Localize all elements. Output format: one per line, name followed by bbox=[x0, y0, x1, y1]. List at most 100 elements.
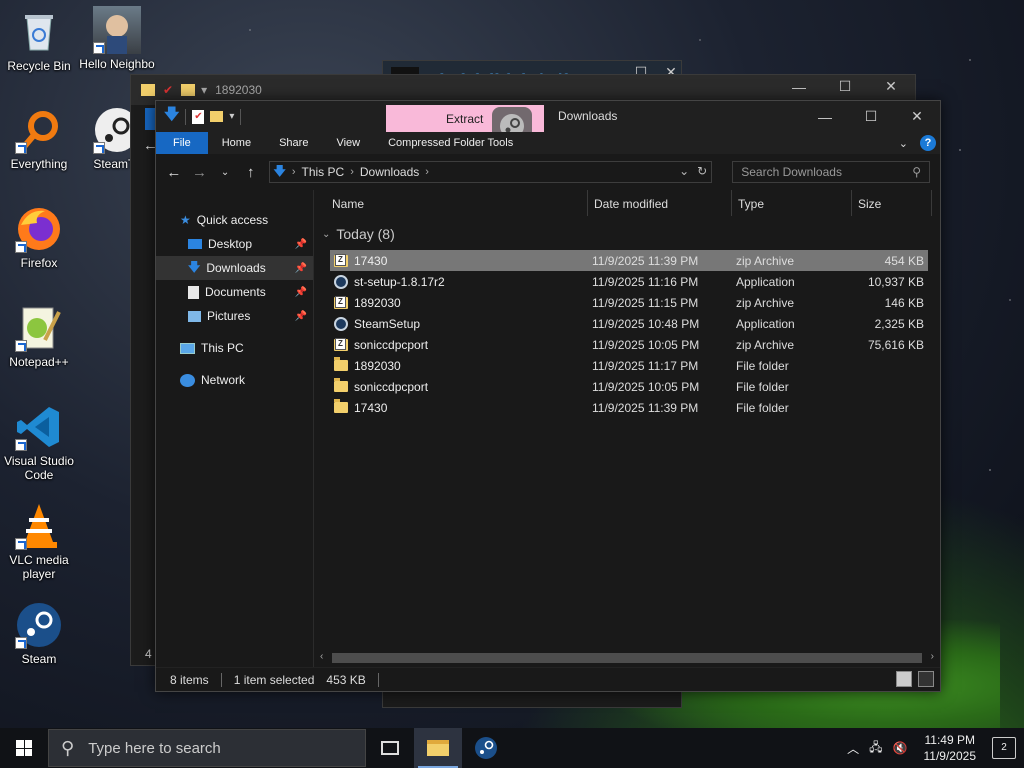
document-icon bbox=[188, 285, 199, 299]
down-arrow-icon[interactable]: 🡇 bbox=[164, 104, 179, 129]
nav-network[interactable]: Network bbox=[156, 368, 313, 392]
search-input[interactable]: Search Downloads bbox=[741, 165, 842, 179]
taskbar-search-input[interactable]: Type here to search bbox=[88, 740, 221, 757]
desktop-icon-steam[interactable]: Steam bbox=[0, 601, 78, 666]
notepad-plus-plus-icon bbox=[15, 304, 63, 352]
nav-downloads[interactable]: 🡇 Downloads 📌 bbox=[156, 256, 313, 280]
breadcrumb-this-pc[interactable]: This PC bbox=[302, 165, 345, 179]
pin-icon[interactable]: 📌 bbox=[295, 263, 307, 274]
file-row[interactable]: soniccdpcport 11/9/2025 10:05 PM zip Archi… bbox=[330, 334, 928, 355]
customize-toolbar-icon[interactable]: ▾ bbox=[229, 111, 234, 122]
column-type[interactable]: Type bbox=[738, 197, 764, 211]
task-view-button[interactable] bbox=[366, 728, 414, 768]
back-button[interactable]: ← bbox=[166, 164, 182, 181]
maximize-button[interactable]: ☐ bbox=[848, 108, 894, 125]
desktop-icon-recycle-bin[interactable]: Recycle Bin bbox=[0, 8, 78, 73]
extract-context-tab[interactable]: Extract bbox=[386, 105, 544, 145]
scrollbar-thumb[interactable] bbox=[332, 653, 922, 663]
file-date: 11/9/2025 10:05 PM bbox=[592, 379, 700, 394]
expand-ribbon-icon[interactable]: ⌄ bbox=[899, 137, 908, 150]
column-name[interactable]: Name bbox=[332, 197, 364, 211]
breadcrumb-chevron-icon[interactable]: › bbox=[425, 166, 429, 178]
desktop-icon-firefox[interactable]: Firefox bbox=[0, 205, 78, 270]
address-dropdown-icon[interactable]: ⌄ bbox=[679, 164, 689, 178]
tab-view[interactable]: View bbox=[322, 132, 374, 154]
nav-label: Desktop bbox=[208, 237, 253, 251]
tab-home[interactable]: Home bbox=[208, 132, 265, 154]
nav-documents[interactable]: Documents 📌 bbox=[156, 280, 313, 304]
close-icon[interactable]: ✕ bbox=[868, 78, 914, 95]
breadcrumb-chevron-icon[interactable]: › bbox=[292, 166, 296, 178]
desktop-icon-everything[interactable]: Everything bbox=[0, 106, 78, 171]
pin-icon[interactable]: 📌 bbox=[295, 287, 307, 298]
nav-desktop[interactable]: Desktop 📌 bbox=[156, 232, 313, 256]
new-folder-icon[interactable] bbox=[210, 111, 224, 122]
tab-share[interactable]: Share bbox=[265, 132, 322, 154]
details-view-icon[interactable] bbox=[896, 671, 912, 687]
desktop-icon-label: Notepad++ bbox=[9, 355, 69, 369]
divider[interactable] bbox=[931, 190, 932, 216]
divider[interactable] bbox=[851, 190, 852, 216]
minimize-button[interactable]: — bbox=[802, 109, 848, 125]
explorer-body: ★ Quick access Desktop 📌 🡇 Downloads 📌 D… bbox=[156, 190, 940, 667]
file-row[interactable]: soniccdpcport 11/9/2025 10:05 PM File fold… bbox=[330, 376, 928, 397]
file-row[interactable]: 17430 11/9/2025 11:39 PM File folder bbox=[330, 397, 928, 418]
tab-file[interactable]: File bbox=[156, 132, 208, 154]
file-explorer-window[interactable]: 🡇 ✔ ▾ Extract Downloads — ☐ ✕ File Home … bbox=[155, 100, 941, 692]
nav-this-pc[interactable]: This PC bbox=[156, 336, 313, 360]
refresh-icon[interactable]: ↻ bbox=[697, 164, 707, 178]
horizontal-scrollbar[interactable]: ‹ › bbox=[314, 649, 940, 667]
tab-compressed-folder-tools[interactable]: Compressed Folder Tools bbox=[374, 132, 527, 154]
taskbar-file-explorer[interactable] bbox=[414, 728, 462, 768]
desktop-icon-notepadpp[interactable]: Notepad++ bbox=[0, 304, 78, 369]
nav-pictures[interactable]: Pictures 📌 bbox=[156, 304, 313, 328]
column-size[interactable]: Size bbox=[858, 197, 881, 211]
status-bar: 8 items 1 item selected 453 KB bbox=[156, 667, 940, 691]
scroll-left-icon[interactable]: ‹ bbox=[320, 651, 323, 662]
pin-icon[interactable]: 📌 bbox=[295, 239, 307, 250]
desktop-icon-vlc[interactable]: VLC media player bbox=[0, 502, 78, 581]
desktop-icon-vscode[interactable]: Visual Studio Code bbox=[0, 403, 78, 482]
address-bar[interactable]: 🡇 › This PC › Downloads › ⌄ ↻ bbox=[268, 161, 713, 183]
breadcrumb-downloads[interactable]: Downloads bbox=[360, 165, 419, 179]
minimize-icon[interactable]: — bbox=[776, 79, 822, 95]
volume-muted-icon[interactable]: 🔇 bbox=[893, 741, 908, 755]
file-row[interactable]: SteamSetup 11/9/2025 10:48 PM Application 2… bbox=[330, 313, 928, 334]
close-button[interactable]: ✕ bbox=[894, 108, 940, 125]
properties-icon[interactable]: ✔ bbox=[192, 109, 205, 124]
notification-center-icon[interactable]: 2 bbox=[992, 737, 1016, 759]
large-icons-view-icon[interactable] bbox=[918, 671, 934, 687]
network-status-icon[interactable]: 🖧 bbox=[869, 738, 882, 759]
help-icon[interactable]: ? bbox=[920, 135, 936, 151]
download-arrow-icon: 🡇 bbox=[188, 259, 201, 274]
breadcrumb-chevron-icon[interactable]: › bbox=[350, 166, 354, 178]
nav-label: Pictures bbox=[207, 309, 251, 323]
file-row[interactable]: 17430 11/9/2025 11:39 PM zip Archive 454 KB bbox=[330, 250, 928, 271]
forward-button[interactable]: → bbox=[192, 164, 208, 181]
group-header-today[interactable]: ⌄ Today (8) bbox=[322, 226, 395, 242]
up-button[interactable]: ↑ bbox=[243, 164, 259, 181]
file-row[interactable]: st-setup-1.8.17r2 11/9/2025 11:16 PM Appli… bbox=[330, 271, 928, 292]
scroll-right-icon[interactable]: › bbox=[931, 651, 934, 662]
taskbar-search-box[interactable]: ⚲ Type here to search bbox=[48, 729, 366, 767]
column-date-modified[interactable]: Date modified bbox=[594, 197, 668, 211]
title-bar[interactable]: 🡇 ✔ ▾ Extract Downloads — ☐ ✕ bbox=[156, 101, 940, 145]
search-box[interactable]: Search Downloads ⚲ bbox=[732, 161, 930, 183]
vscode-icon bbox=[15, 403, 63, 451]
file-row[interactable]: 1892030 11/9/2025 11:17 PM File folder bbox=[330, 355, 928, 376]
divider[interactable] bbox=[587, 190, 588, 216]
maximize-icon[interactable]: ☐ bbox=[822, 78, 868, 95]
nav-quick-access[interactable]: ★ Quick access bbox=[156, 208, 313, 232]
recent-locations-icon[interactable]: ⌄ bbox=[217, 167, 233, 178]
show-hidden-icons-icon[interactable]: ︿ bbox=[847, 740, 859, 757]
file-type: zip Archive bbox=[736, 295, 795, 310]
start-button[interactable] bbox=[0, 728, 48, 768]
taskbar-steam[interactable] bbox=[462, 728, 510, 768]
file-row[interactable]: 1892030 11/9/2025 11:15 PM zip Archive 146 … bbox=[330, 292, 928, 313]
pin-icon[interactable]: 📌 bbox=[295, 311, 307, 322]
clock[interactable]: 11:49 PM 11/9/2025 bbox=[924, 732, 977, 764]
zip-icon bbox=[334, 337, 348, 351]
quick-access-toolbar: 🡇 ✔ ▾ bbox=[156, 104, 242, 129]
divider[interactable] bbox=[731, 190, 732, 216]
desktop-icon-hello-neighbor[interactable]: Hello Neighbo bbox=[78, 6, 156, 71]
